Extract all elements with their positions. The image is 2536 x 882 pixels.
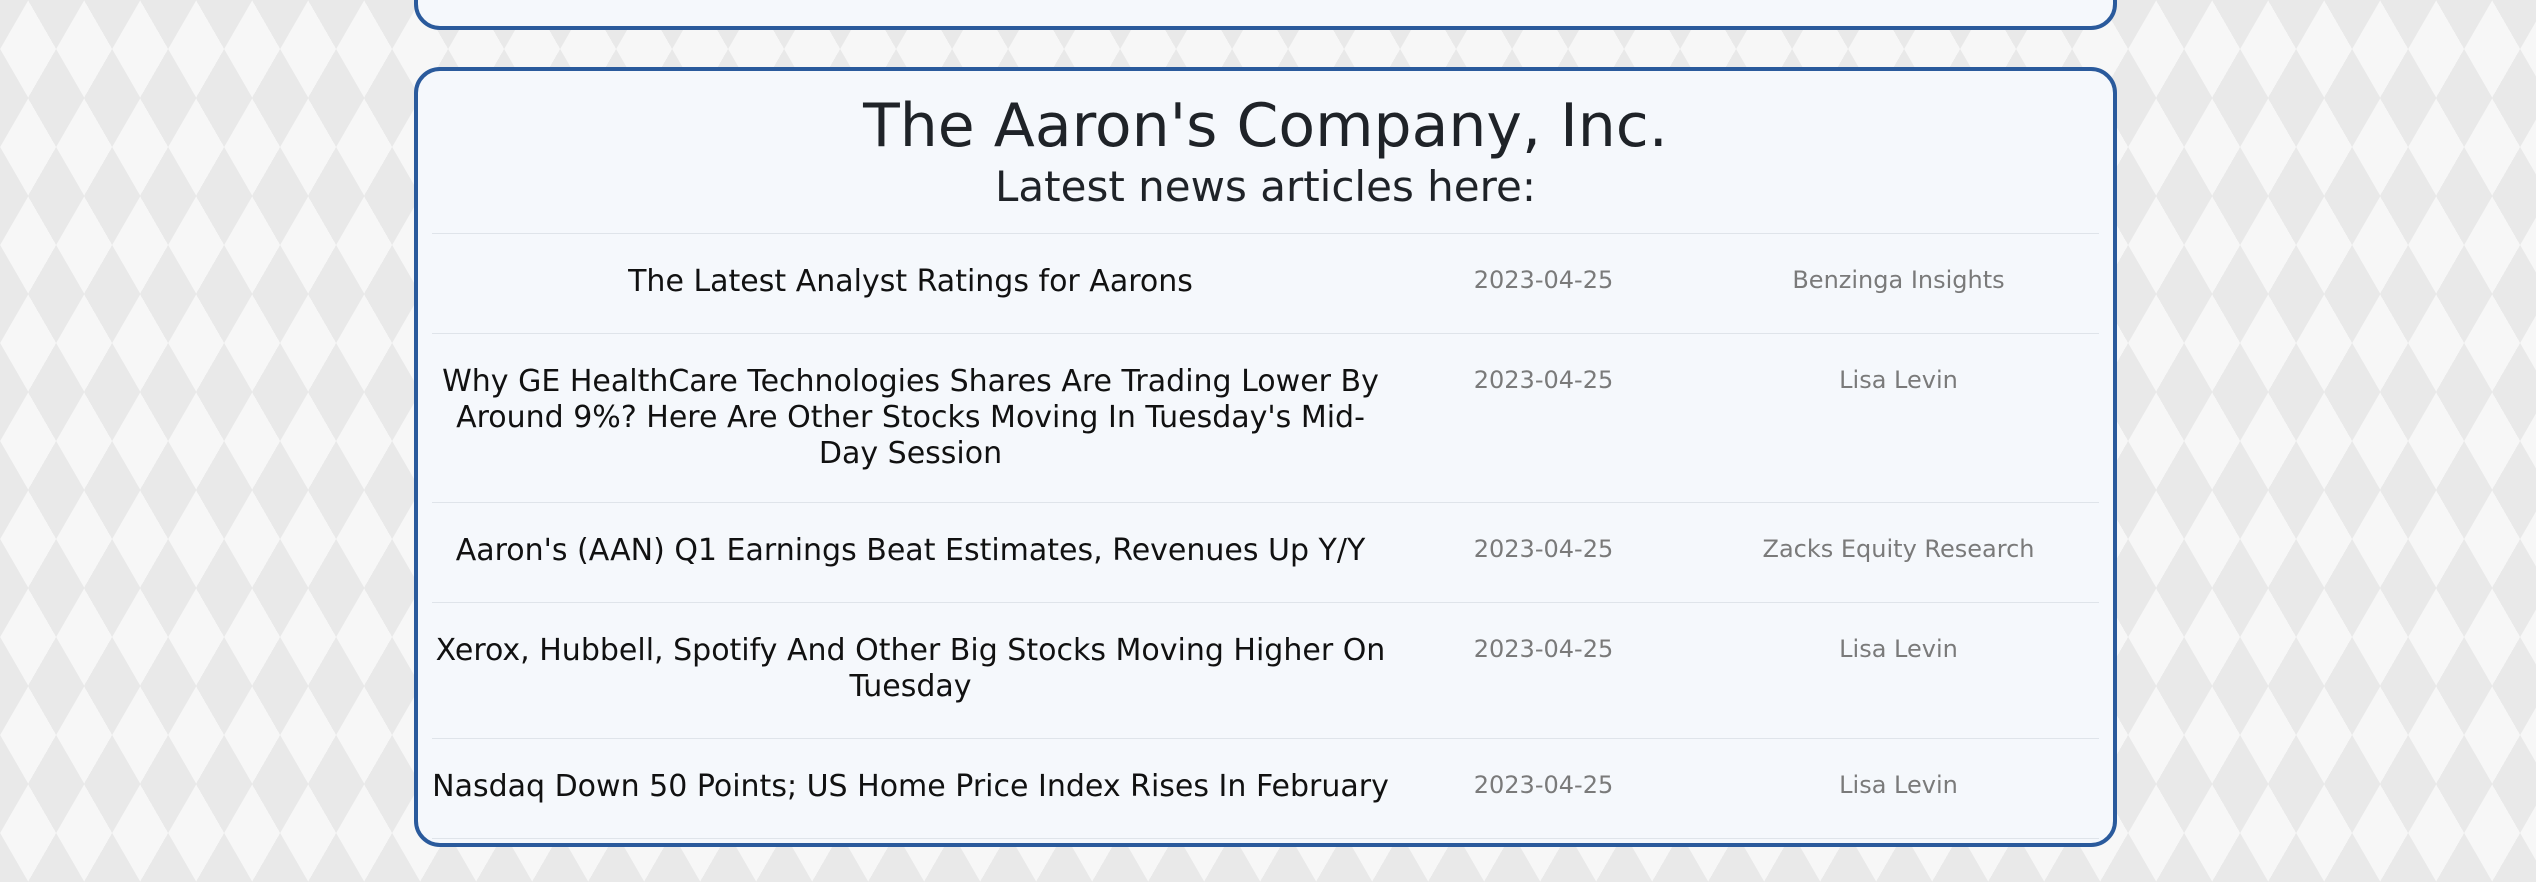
headline-cell: Why GE HealthCare Technologies Shares Ar… [432,333,1389,503]
article-author: Zacks Equity Research [1762,535,2035,563]
article-author: Lisa Levin [1839,366,1958,394]
article-link[interactable]: Xerox, Hubbell, Spotify And Other Big St… [432,603,1389,735]
date-cell: 2023-04-25 [1389,502,1698,603]
article-link[interactable]: Aaron's (AAN) Q1 Earnings Beat Estimates… [432,503,1389,599]
news-subtitle: Latest news articles here: [995,162,1536,211]
table-row: The Latest Analyst Ratings for Aarons 20… [432,233,2099,334]
date-cell: 2023-04-25 [1389,333,1698,503]
headline-cell: Aaron's (AAN) Q1 Earnings Beat Estimates… [432,502,1389,603]
previous-panel [414,0,2117,30]
article-date: 2023-04-25 [1473,771,1614,799]
author-cell: Benzinga Insights [1698,233,2099,334]
date-cell: 2023-04-25 [1389,233,1698,334]
news-table: The Latest Analyst Ratings for Aarons 20… [432,233,2099,839]
headline-cell: The Latest Analyst Ratings for Aarons [432,233,1389,334]
headline-cell: Nasdaq Down 50 Points; US Home Price Ind… [432,738,1389,839]
date-cell: 2023-04-25 [1389,602,1698,739]
article-link[interactable]: The Latest Analyst Ratings for Aarons [432,234,1389,330]
table-row: Why GE HealthCare Technologies Shares Ar… [432,333,2099,503]
article-link[interactable]: Why GE HealthCare Technologies Shares Ar… [432,334,1389,502]
headline-cell: Xerox, Hubbell, Spotify And Other Big St… [432,602,1389,739]
table-row: Aaron's (AAN) Q1 Earnings Beat Estimates… [432,502,2099,603]
author-cell: Zacks Equity Research [1698,502,2099,603]
author-cell: Lisa Levin [1698,738,2099,839]
article-author: Lisa Levin [1839,635,1958,663]
author-cell: Lisa Levin [1698,602,2099,739]
article-link[interactable]: Nasdaq Down 50 Points; US Home Price Ind… [432,739,1389,835]
table-row: Xerox, Hubbell, Spotify And Other Big St… [432,602,2099,739]
article-author: Benzinga Insights [1792,266,2005,294]
article-date: 2023-04-25 [1473,535,1614,563]
article-author: Lisa Levin [1839,771,1958,799]
article-date: 2023-04-25 [1473,366,1614,394]
date-cell: 2023-04-25 [1389,738,1698,839]
table-row: Nasdaq Down 50 Points; US Home Price Ind… [432,738,2099,839]
article-date: 2023-04-25 [1473,266,1614,294]
news-panel: The Aaron's Company, Inc. Latest news ar… [414,67,2117,847]
author-cell: Lisa Levin [1698,333,2099,503]
article-date: 2023-04-25 [1473,635,1614,663]
company-title: The Aaron's Company, Inc. [863,91,1668,161]
